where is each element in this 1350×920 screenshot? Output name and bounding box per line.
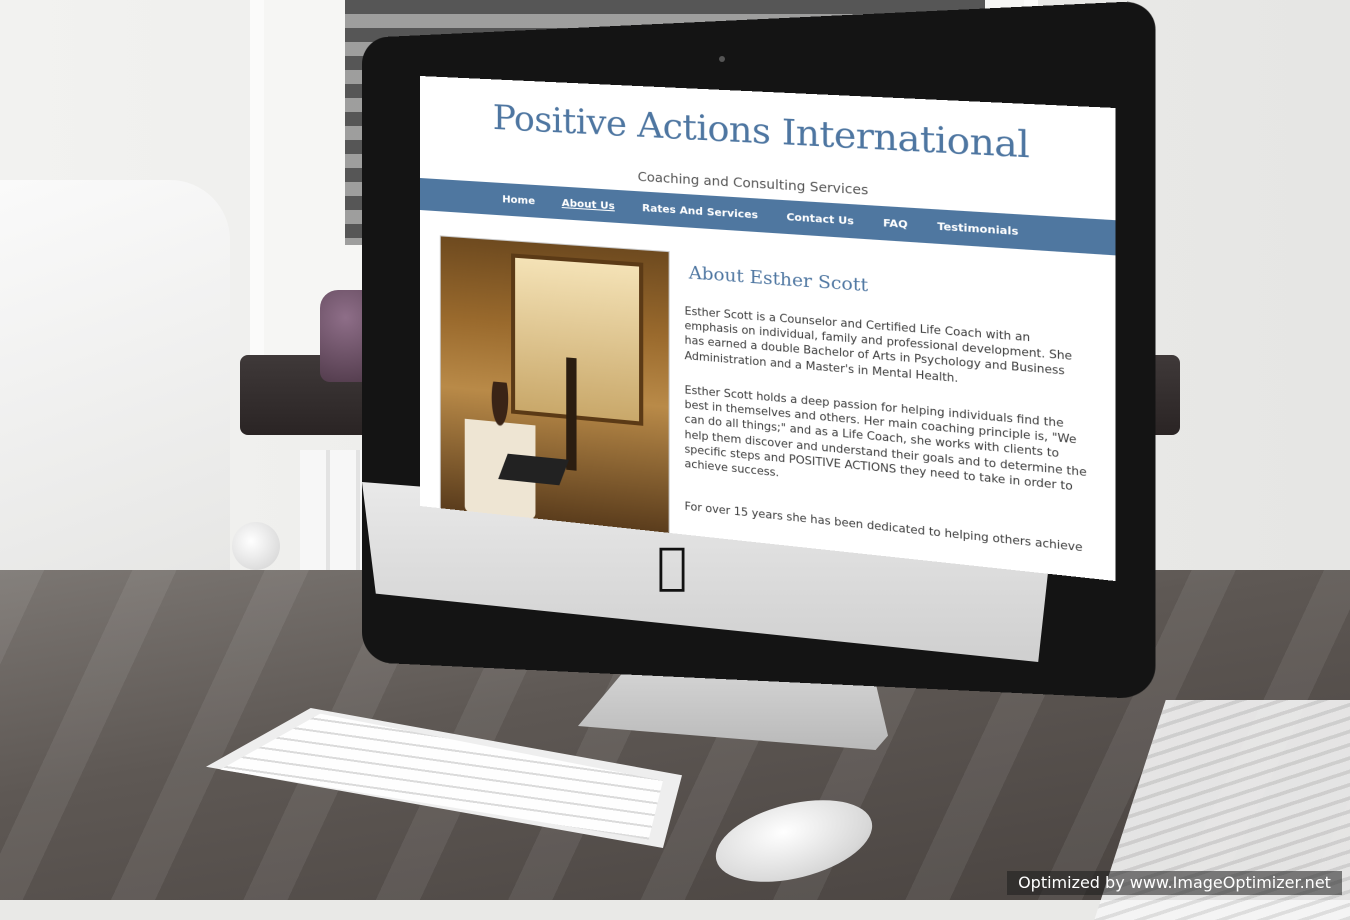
about-heading: About Esther Scott [689, 263, 868, 297]
photo-person [465, 379, 536, 519]
monitor-screen: Positive Actions International Coaching … [420, 76, 1115, 581]
radiator-valve [232, 522, 280, 570]
nav-testimonials[interactable]: Testimonials [937, 221, 1018, 238]
nav-rates-and-services[interactable]: Rates And Services [642, 202, 758, 221]
portrait-photo [440, 235, 670, 535]
camera-icon [719, 56, 725, 62]
nav-about-us[interactable]: About Us [562, 197, 615, 212]
apple-logo-icon:  [652, 540, 692, 592]
nav-home[interactable]: Home [502, 194, 535, 207]
about-paragraph-1: Esther Scott is a Counselor and Certifie… [685, 304, 1090, 397]
nav-contact-us[interactable]: Contact Us [786, 211, 854, 227]
watermark-label: Optimized by www.ImageOptimizer.net [1007, 871, 1342, 895]
nav-faq[interactable]: FAQ [883, 217, 908, 230]
about-paragraph-2: Esther Scott holds a deep passion for he… [685, 383, 1090, 512]
photo-lamp [566, 357, 576, 470]
site-title[interactable]: Positive Actions International [420, 94, 1115, 172]
